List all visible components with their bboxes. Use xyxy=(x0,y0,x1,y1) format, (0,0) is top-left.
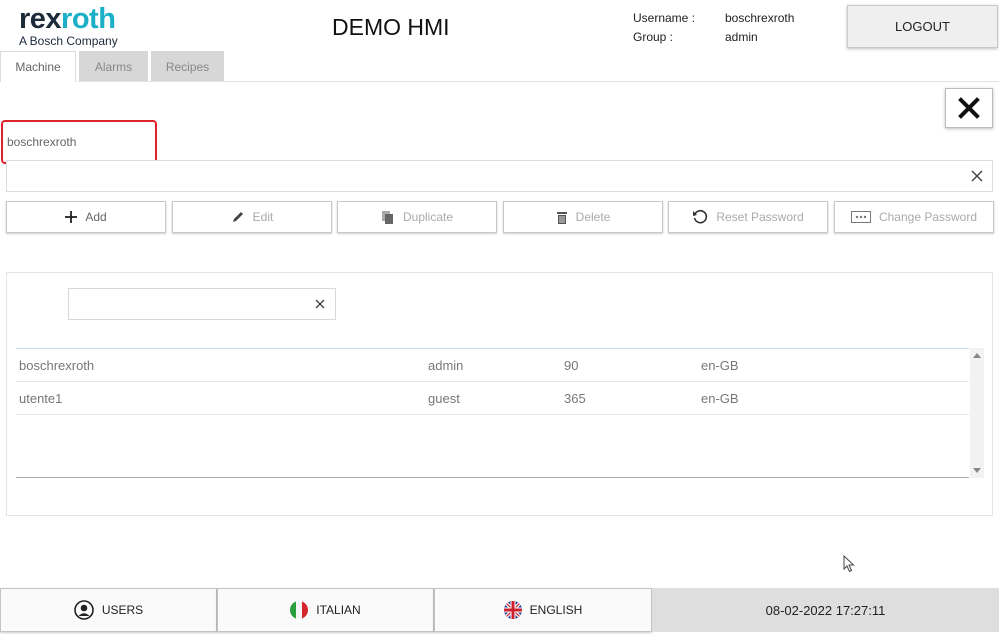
reset-icon xyxy=(693,209,708,224)
scroll-up-icon[interactable] xyxy=(973,353,981,358)
group-value: admin xyxy=(725,30,758,44)
tab-bar: Machine Alarms Recipes xyxy=(0,51,227,82)
close-icon xyxy=(958,97,980,119)
footer-bar: USERS ITALIAN ENGLISH 08-02-2022 17:27:1… xyxy=(0,588,999,636)
users-button[interactable]: USERS xyxy=(0,588,217,632)
users-search-input[interactable] xyxy=(69,289,299,319)
clear-search-icon[interactable] xyxy=(313,297,327,311)
logout-button[interactable]: LOGOUT xyxy=(847,5,998,48)
username-label: Username : xyxy=(633,11,696,25)
delete-button[interactable]: Delete xyxy=(503,201,663,233)
clear-filter-icon[interactable] xyxy=(970,169,984,183)
user-filter-input[interactable] xyxy=(7,161,947,191)
close-button[interactable] xyxy=(945,88,993,128)
delete-label: Delete xyxy=(575,210,611,224)
users-search-field xyxy=(68,288,336,320)
users-table: boschrexroth admin 90 en-GB utente1 gues… xyxy=(16,348,969,478)
user-group-cell: admin xyxy=(428,358,464,373)
logo-text-b: roth xyxy=(61,3,116,35)
table-scrollbar[interactable] xyxy=(970,348,984,478)
pencil-icon xyxy=(232,212,243,222)
trash-icon xyxy=(556,211,567,224)
plus-icon xyxy=(65,211,78,223)
logo-text-a: rex xyxy=(19,3,62,35)
user-filter-field xyxy=(6,160,993,192)
duplicate-label: Duplicate xyxy=(402,210,454,224)
user-name-cell: utente1 xyxy=(19,391,63,406)
italy-flag-icon xyxy=(290,601,309,619)
rexroth-logo: rexroth A Bosch Company xyxy=(19,4,118,48)
users-label: USERS xyxy=(101,603,144,617)
english-language-button[interactable]: ENGLISH xyxy=(434,588,652,632)
italian-label: ITALIAN xyxy=(316,603,361,617)
change-password-label: Change Password xyxy=(878,210,978,224)
reset-password-button[interactable]: Reset Password xyxy=(668,201,828,233)
italian-language-button[interactable]: ITALIAN xyxy=(217,588,434,632)
edit-button[interactable]: Edit xyxy=(172,201,332,233)
tab-machine[interactable]: Machine xyxy=(0,51,76,82)
user-language-cell: en-GB xyxy=(701,358,739,373)
english-label: ENGLISH xyxy=(529,603,583,617)
user-avatar-icon xyxy=(74,600,94,620)
user-info: Username : boschrexroth Group : admin xyxy=(633,9,794,47)
change-password-button[interactable]: Change Password xyxy=(834,201,994,233)
user-expiry-cell: 365 xyxy=(564,391,586,406)
users-panel: boschrexroth admin 90 en-GB utente1 gues… xyxy=(6,272,993,516)
group-label: Group : xyxy=(633,30,674,44)
username-value: boschrexroth xyxy=(725,11,795,25)
table-row[interactable]: utente1 guest 365 en-GB xyxy=(16,382,969,415)
add-button[interactable]: Add xyxy=(6,201,166,233)
reset-password-label: Reset Password xyxy=(716,210,804,224)
tab-recipes[interactable]: Recipes xyxy=(151,51,224,82)
user-name-cell: boschrexroth xyxy=(19,358,95,373)
datetime-display: 08-02-2022 17:27:11 xyxy=(652,588,999,632)
password-field-icon xyxy=(850,211,871,223)
duplicate-icon xyxy=(381,210,393,224)
duplicate-button[interactable]: Duplicate xyxy=(337,201,497,233)
logo-subtitle: A Bosch Company xyxy=(19,34,118,48)
uk-flag-icon xyxy=(503,601,522,619)
tab-alarms[interactable]: Alarms xyxy=(79,51,148,82)
user-group-cell: guest xyxy=(428,391,460,406)
app-title: DEMO HMI xyxy=(332,14,450,40)
user-expiry-cell: 90 xyxy=(564,358,579,373)
add-label: Add xyxy=(85,210,107,224)
scroll-down-icon[interactable] xyxy=(973,468,981,473)
user-language-cell: en-GB xyxy=(701,391,739,406)
edit-label: Edit xyxy=(252,210,274,224)
selected-user-label: boschrexroth xyxy=(1,120,157,164)
tab-divider xyxy=(77,81,999,82)
user-actions-toolbar: Add Edit Duplicate Delete Reset Password xyxy=(6,201,994,233)
mouse-cursor-icon xyxy=(843,555,855,573)
table-row[interactable]: boschrexroth admin 90 en-GB xyxy=(16,349,969,382)
